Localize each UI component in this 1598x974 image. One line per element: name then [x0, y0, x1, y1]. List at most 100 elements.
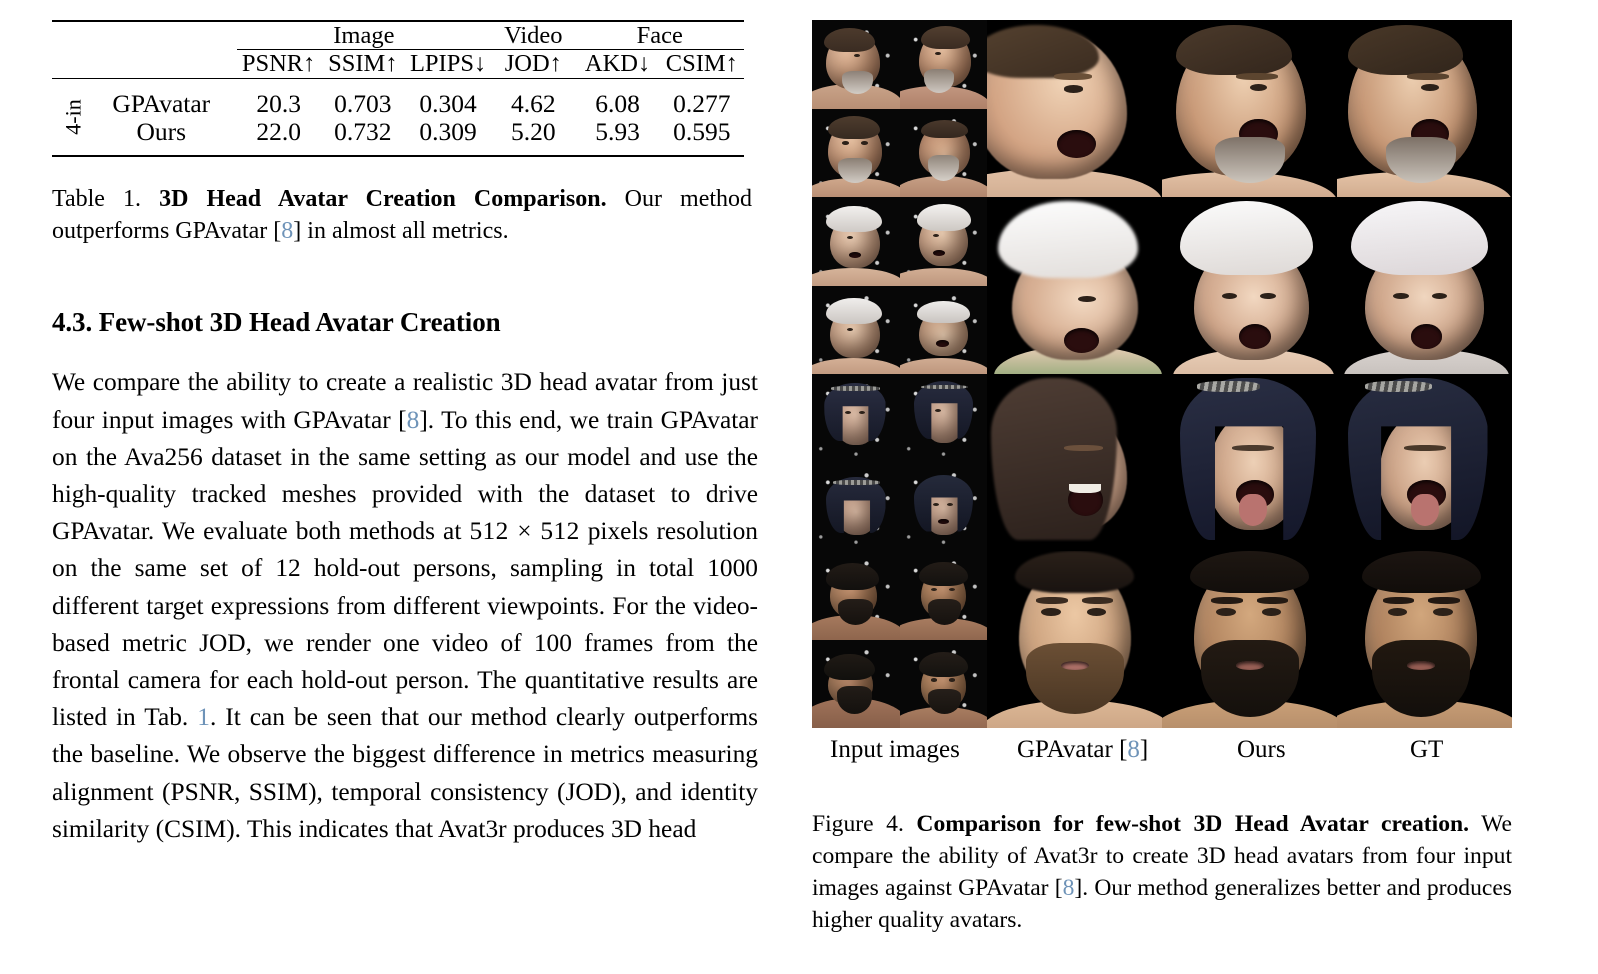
section-heading: 4.3. Few-shot 3D Head Avatar Creation [52, 307, 501, 338]
cell-gpavatar-akd: 6.08 [595, 88, 640, 118]
eye-shape [1041, 607, 1061, 616]
row-group-label-cell: 4-in [52, 78, 86, 156]
mouth-shape [1407, 660, 1435, 670]
figure-label-gt: GT [1410, 736, 1444, 763]
hair-shape [920, 120, 968, 138]
input-thumbnail [899, 108, 987, 197]
mouth-shape [1060, 660, 1089, 670]
headband-shape [1197, 381, 1260, 392]
hair-shape [917, 301, 970, 323]
col-header-method-spacer [86, 50, 236, 78]
input-thumbnail [899, 462, 987, 551]
ground-truth-cell [1337, 551, 1512, 728]
hair-shape [1361, 551, 1481, 594]
hair-shape [990, 377, 1117, 541]
col-header-lpips: LPIPS↓ [409, 50, 487, 78]
input-images-cell [812, 20, 987, 197]
figure-row [812, 551, 1512, 728]
eyebrow-shape [1232, 444, 1274, 451]
hair-shape [1190, 551, 1309, 594]
eyebrow-shape [1382, 597, 1414, 605]
table-row: Ours 22.0 0.732 0.309 5.20 5.93 0.595 [52, 118, 744, 156]
eye-shape [1260, 292, 1276, 299]
input-images-cell [812, 551, 987, 728]
hair-shape [1176, 25, 1292, 75]
citation-link-figure[interactable]: 8 [1127, 736, 1140, 763]
input-thumbnail [812, 197, 900, 286]
ground-truth-cell [1337, 374, 1512, 551]
beard-shape [924, 68, 954, 93]
cell-gpavatar-csim: 0.277 [673, 88, 731, 118]
input-thumbnail [812, 551, 900, 640]
input-thumbnail [899, 197, 987, 286]
resolution-value: 512 × 512 [469, 517, 580, 546]
gpavatar-output-cell [987, 374, 1162, 551]
input-thumbnail [812, 285, 900, 374]
citation-link[interactable]: 8 [281, 218, 293, 244]
metrics-table: Image Video Face PSNR↑ SSIM↑ LPIPS↓ JOD↑… [52, 20, 744, 158]
eyebrow-shape [1053, 73, 1092, 81]
row-method-gpavatar: GPAvatar [112, 88, 211, 118]
eye-shape [1393, 292, 1409, 299]
eyebrow-shape [1064, 444, 1103, 451]
eyebrow-shape [1081, 597, 1113, 605]
input-thumbnail [899, 20, 987, 109]
eye-shape [1261, 607, 1281, 616]
cell-ours-jod: 5.20 [511, 117, 556, 147]
eye-shape [1431, 292, 1448, 299]
figure-caption-title: Comparison for few-shot 3D Head Avatar c… [916, 811, 1470, 837]
table-caption-title: 3D Head Avatar Creation Comparison. [159, 185, 607, 212]
table-caption: Table 1. 3D Head Avatar Creation Compari… [52, 183, 752, 247]
group-header-video: Video [491, 21, 576, 51]
ground-truth-cell [1337, 20, 1512, 197]
eye-shape [1421, 83, 1439, 91]
figure-label-input-images: Input images [830, 736, 960, 763]
eye-shape [861, 141, 868, 145]
hair-shape [920, 26, 970, 50]
table-bottom-rule-row [52, 155, 744, 158]
citation-link-8-body[interactable]: 8 [407, 406, 420, 434]
eye-shape [931, 678, 938, 682]
citation-link-tab1[interactable]: 1 [197, 703, 210, 731]
figure-label-ours: Ours [1237, 736, 1286, 763]
group-header-face: Face [575, 21, 744, 51]
eyebrow-shape [1403, 444, 1446, 451]
eye-shape [948, 678, 955, 682]
input-thumbnail [812, 639, 900, 728]
open-mouth-shape [1239, 324, 1271, 350]
body-text: We compare the ability to create a reali… [52, 364, 758, 848]
eye-shape [1086, 607, 1106, 616]
ours-output-cell [1162, 374, 1337, 551]
hair-shape [1347, 25, 1463, 75]
figure-row [812, 20, 1512, 197]
figure-row [812, 374, 1512, 551]
figure-column-labels: Input images GPAvatar [8] Ours GT [812, 736, 1512, 782]
cell-ours-csim: 0.595 [673, 117, 731, 147]
hair-shape [918, 561, 968, 587]
ours-output-cell [1162, 20, 1337, 197]
cell-ours-ssim: 0.732 [334, 117, 392, 147]
input-thumbnail [812, 108, 900, 197]
headband-shape [833, 480, 881, 485]
hair-shape [824, 27, 875, 52]
eye-shape [1064, 85, 1084, 93]
figure-label-gpavatar: GPAvatar [8] [1017, 736, 1149, 763]
eye-shape [1249, 83, 1267, 91]
headband-shape [920, 384, 968, 390]
hair-shape [824, 653, 875, 681]
input-images-cell [812, 197, 987, 374]
table-caption-rest-b: ] in almost all metrics. [293, 218, 509, 245]
cell-ours-lpips: 0.309 [419, 117, 477, 147]
eyebrow-shape [1256, 597, 1288, 605]
body-paragraph: We compare the ability to create a reali… [52, 364, 758, 848]
row-method-ours: Ours [136, 117, 187, 147]
col-header-rowlabel-spacer [52, 50, 86, 78]
table-method-spacer [86, 21, 236, 50]
tongue-shape [1239, 494, 1267, 527]
figure-4-image-grid [812, 20, 1512, 728]
teeth-shape [1069, 483, 1101, 493]
hair-shape [826, 205, 882, 233]
hair-shape [918, 651, 968, 677]
eyebrow-shape [1211, 597, 1243, 605]
citation-link-figure-caption[interactable]: 8 [1063, 875, 1075, 901]
